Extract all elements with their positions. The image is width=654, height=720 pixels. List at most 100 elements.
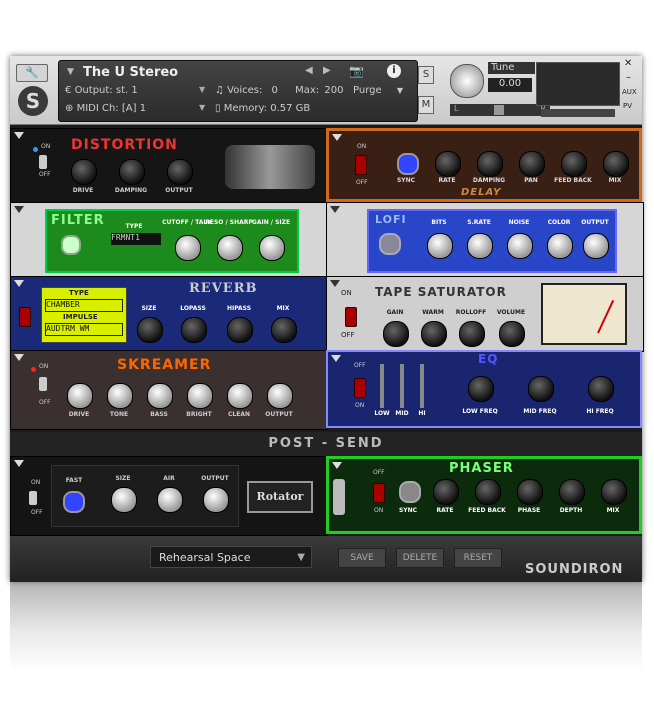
hipass-knob[interactable] (227, 317, 253, 343)
output-value[interactable]: st. 1 (116, 85, 138, 96)
mix-knob[interactable] (271, 317, 297, 343)
rate-knob[interactable] (435, 151, 461, 177)
sync-button[interactable] (397, 153, 419, 175)
preset-select[interactable]: Rehearsal Space ▼ (150, 546, 312, 568)
air-knob[interactable] (157, 487, 183, 513)
pv-button[interactable]: PV (623, 102, 632, 110)
save-button[interactable]: SAVE (338, 548, 386, 568)
feedback-knob[interactable] (561, 151, 587, 177)
wrench-icon[interactable]: 🔧 (16, 64, 48, 82)
power-switch[interactable] (373, 483, 385, 503)
gain-knob[interactable] (259, 235, 285, 261)
output-knob[interactable] (583, 233, 609, 259)
feedback-knob[interactable] (475, 479, 501, 505)
size-knob[interactable] (137, 317, 163, 343)
purge-label[interactable]: Purge (353, 85, 382, 96)
pan-slider[interactable]: L R (450, 104, 550, 116)
color-knob[interactable] (547, 233, 573, 259)
midi-value[interactable]: [A] 1 (122, 103, 146, 114)
mix-knob[interactable] (601, 479, 627, 505)
depth-knob[interactable] (559, 479, 585, 505)
tone-knob[interactable] (107, 383, 133, 409)
module-collapse-icon[interactable] (330, 206, 340, 213)
module-collapse-icon[interactable] (331, 355, 341, 362)
clean-knob[interactable] (227, 383, 253, 409)
damping-knob[interactable] (119, 159, 145, 185)
lopass-knob[interactable] (181, 317, 207, 343)
tune-knob[interactable] (450, 64, 484, 98)
sync-button[interactable] (399, 481, 421, 503)
warm-knob[interactable] (421, 321, 447, 347)
rolloff-knob[interactable] (459, 321, 485, 347)
hi-slider[interactable] (420, 364, 424, 408)
minimize-icon[interactable]: – (626, 72, 631, 83)
low-slider[interactable] (380, 364, 384, 408)
drive-knob[interactable] (67, 383, 93, 409)
bass-knob[interactable] (147, 383, 173, 409)
impulse-select[interactable]: AUDTRM WM (45, 323, 123, 336)
pan-knob[interactable] (519, 151, 545, 177)
mid-slider[interactable] (400, 364, 404, 408)
mid-freq-knob[interactable] (528, 376, 554, 402)
gain-knob[interactable] (383, 321, 409, 347)
module-collapse-icon[interactable] (14, 132, 24, 139)
chevron-down-icon[interactable]: ▼ (67, 67, 74, 77)
tune-value[interactable]: 0.00 (488, 78, 532, 92)
info-icon[interactable]: i (387, 64, 401, 78)
power-toggle[interactable] (39, 377, 47, 391)
phase-knob[interactable] (517, 479, 543, 505)
power-switch[interactable] (19, 307, 31, 327)
module-collapse-icon[interactable] (14, 354, 24, 361)
module-collapse-icon[interactable] (14, 280, 24, 287)
rate-knob[interactable] (433, 479, 459, 505)
output-dropdown-arrow-icon[interactable]: ▼ (199, 85, 205, 94)
output-knob[interactable] (167, 159, 193, 185)
srate-knob[interactable] (467, 233, 493, 259)
purge-row[interactable]: Purge ▼ (353, 85, 403, 96)
power-button[interactable] (61, 235, 81, 255)
aux-button[interactable]: AUX (622, 88, 637, 96)
volume-slider[interactable] (541, 109, 615, 117)
power-toggle[interactable] (39, 155, 47, 169)
module-collapse-icon[interactable] (332, 462, 342, 469)
chevron-down-icon[interactable]: ▼ (297, 547, 305, 569)
bits-knob[interactable] (427, 233, 453, 259)
output-knob[interactable] (203, 487, 229, 513)
reset-button[interactable]: RESET (454, 548, 502, 568)
module-collapse-icon[interactable] (330, 280, 340, 287)
solo-button[interactable]: S (418, 66, 434, 84)
volume-knob[interactable] (499, 321, 525, 347)
power-button[interactable] (379, 233, 401, 255)
hi-freq-knob[interactable] (588, 376, 614, 402)
power-switch[interactable] (354, 378, 366, 398)
power-switch[interactable] (355, 155, 367, 175)
mute-button[interactable]: M (418, 96, 434, 114)
next-instrument-arrow-icon[interactable]: ▶ (323, 65, 331, 76)
prev-instrument-arrow-icon[interactable]: ◀ (305, 65, 313, 76)
bright-knob[interactable] (187, 383, 213, 409)
power-switch[interactable] (345, 307, 357, 327)
delete-button[interactable]: DELETE (396, 548, 444, 568)
low-freq-knob[interactable] (468, 376, 494, 402)
module-collapse-icon[interactable] (332, 134, 342, 141)
purge-dropdown-icon[interactable]: ▼ (397, 86, 403, 95)
filter-type-select[interactable]: FRMNT1 (111, 233, 161, 245)
midi-dropdown-arrow-icon[interactable]: ▼ (199, 103, 205, 112)
module-collapse-icon[interactable] (14, 206, 24, 213)
max-value[interactable]: 200 (324, 85, 343, 96)
reso-knob[interactable] (217, 235, 243, 261)
instrument-name[interactable]: The U Stereo (83, 65, 178, 80)
output-knob[interactable] (267, 383, 293, 409)
reverb-type-select[interactable]: CHAMBER (45, 299, 123, 312)
noise-knob[interactable] (507, 233, 533, 259)
mix-knob[interactable] (603, 151, 629, 177)
power-toggle[interactable] (29, 491, 37, 505)
size-knob[interactable] (111, 487, 137, 513)
camera-icon[interactable]: 📷 (349, 64, 364, 78)
module-collapse-icon[interactable] (14, 460, 24, 467)
cutoff-knob[interactable] (175, 235, 201, 261)
damping-knob[interactable] (477, 151, 503, 177)
close-icon[interactable]: ✕ (624, 58, 632, 69)
pan-center-handle[interactable] (494, 105, 504, 115)
preset-value[interactable]: Rehearsal Space (159, 551, 250, 564)
